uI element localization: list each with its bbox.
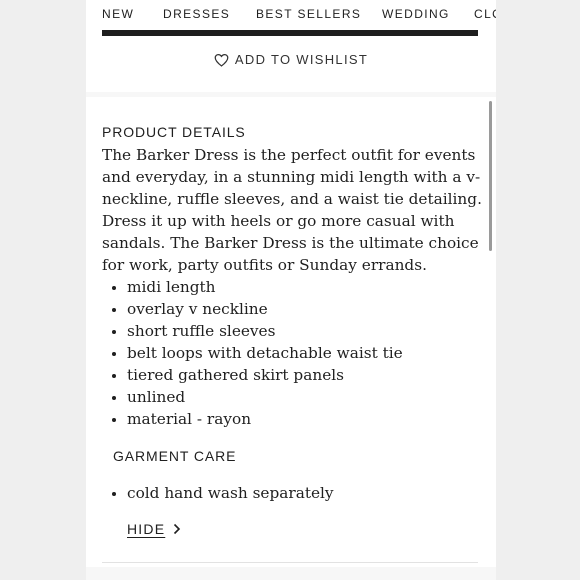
bullet-icon: [112, 330, 116, 334]
product-description: The Barker Dress is the perfect outfit f…: [102, 146, 482, 274]
list-item: midi length: [102, 276, 482, 298]
wishlist-label: ADD TO WISHLIST: [234, 52, 369, 67]
add-to-cart-bar[interactable]: [102, 30, 478, 36]
nav-item-new[interactable]: NEW: [102, 7, 134, 21]
feature-text: midi length: [127, 278, 216, 296]
garment-care-title: GARMENT CARE: [113, 448, 237, 464]
nav-item-clothing[interactable]: CLO: [474, 7, 496, 21]
add-to-wishlist-button[interactable]: ADD TO WISHLIST: [86, 52, 496, 67]
bullet-icon: [112, 492, 116, 496]
nav-item-wedding[interactable]: WEDDING: [382, 7, 450, 21]
divider: [102, 562, 478, 563]
nav-item-dresses[interactable]: DRESSES: [163, 7, 230, 21]
list-item: overlay v neckline: [102, 298, 482, 320]
list-item: unlined: [102, 386, 482, 408]
care-text: cold hand wash separately: [127, 484, 334, 502]
chevron-right-icon[interactable]: [173, 523, 181, 535]
bullet-icon: [112, 418, 116, 422]
feature-text: unlined: [127, 388, 186, 406]
top-card: NEW DRESSES BEST SELLERS WEDDING CLO ADD…: [86, 0, 496, 92]
feature-text: short ruffle sleeves: [127, 322, 276, 340]
bullet-icon: [112, 308, 116, 312]
nav-item-best-sellers[interactable]: BEST SELLERS: [256, 7, 361, 21]
heart-icon: [214, 53, 229, 67]
feature-text: tiered gathered skirt panels: [127, 366, 344, 384]
list-item: belt loops with detachable waist tie: [102, 342, 482, 364]
garment-care-list: cold hand wash separately: [102, 482, 482, 504]
feature-list: midi length overlay v neckline short ruf…: [102, 276, 482, 430]
bullet-icon: [112, 396, 116, 400]
category-nav: NEW DRESSES BEST SELLERS WEDDING CLO: [86, 0, 496, 28]
list-item: material - rayon: [102, 408, 482, 430]
hide-details-link[interactable]: HIDE: [127, 521, 165, 537]
list-item: cold hand wash separately: [102, 482, 482, 504]
feature-text: belt loops with detachable waist tie: [127, 344, 403, 362]
feature-text: material - rayon: [127, 410, 252, 428]
bullet-icon: [112, 352, 116, 356]
bullet-icon: [112, 286, 116, 290]
list-item: short ruffle sleeves: [102, 320, 482, 342]
bullet-icon: [112, 374, 116, 378]
list-item: tiered gathered skirt panels: [102, 364, 482, 386]
scrollbar[interactable]: [489, 101, 492, 251]
product-details-title: PRODUCT DETAILS: [102, 124, 246, 140]
product-details-panel: PRODUCT DETAILS The Barker Dress is the …: [86, 97, 496, 567]
product-page: NEW DRESSES BEST SELLERS WEDDING CLO ADD…: [86, 0, 496, 580]
feature-text: overlay v neckline: [127, 300, 268, 318]
